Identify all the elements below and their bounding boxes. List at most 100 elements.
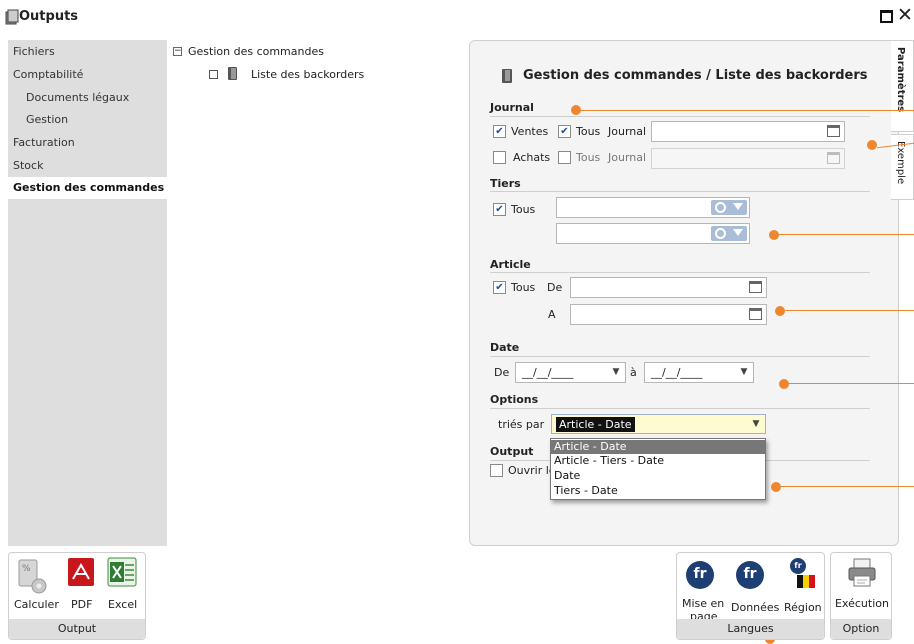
flag-fr-icon[interactable]: fr xyxy=(736,561,764,589)
sidebar-item-fichiers[interactable]: Fichiers xyxy=(13,45,55,58)
sort-option[interactable]: Tiers - Date xyxy=(551,484,765,498)
date-to-input[interactable]: __/__/____ ▼ xyxy=(644,362,754,383)
sort-option[interactable]: Article - Tiers - Date xyxy=(551,454,765,468)
ventes-checkbox[interactable]: ✔ xyxy=(493,125,506,138)
achats-journal-field[interactable] xyxy=(651,148,845,169)
chevron-down-icon[interactable]: ▼ xyxy=(738,365,750,379)
door-icon xyxy=(502,69,512,83)
excel-icon[interactable] xyxy=(107,557,137,587)
door-icon xyxy=(228,67,237,80)
achats-tous-checkbox[interactable] xyxy=(558,151,571,164)
donnees-label[interactable]: Données xyxy=(731,601,779,614)
region-label[interactable]: Région xyxy=(784,601,822,614)
svg-text:%: % xyxy=(22,564,31,574)
achats-label: Achats xyxy=(513,151,551,164)
ventes-tous-label: Tous xyxy=(576,125,601,138)
tab-parametres[interactable]: Paramètres xyxy=(891,40,914,132)
article-tous-checkbox[interactable]: ✔ xyxy=(493,281,506,294)
date-de-label: De xyxy=(494,366,510,379)
ventes-journal-label: Journal xyxy=(608,125,647,138)
tiers-to-field[interactable] xyxy=(556,223,750,244)
page-title: Gestion des commandes / Liste des backor… xyxy=(523,68,868,83)
date-from-input[interactable]: __/__/____ ▼ xyxy=(515,362,626,383)
achats-tous-label: Tous xyxy=(576,151,601,164)
collapse-icon[interactable]: − xyxy=(173,47,182,56)
ribbon-group-option-label: Option xyxy=(831,619,891,639)
search-icon[interactable] xyxy=(711,226,747,241)
sidebar-item-gestion-des-commandes[interactable]: Gestion des commandes xyxy=(8,177,167,199)
sidebar-item-comptabilite[interactable]: Comptabilité xyxy=(13,68,83,81)
annotation-dot xyxy=(779,379,789,389)
tiers-tous-label: Tous xyxy=(511,203,536,216)
tab-exemple-label: Exemple xyxy=(895,141,906,185)
ribbon-group-output-label: Output xyxy=(9,619,145,639)
title-bar: Outputs ✕ xyxy=(0,0,914,34)
parameters-panel: Gestion des commandes / Liste des backor… xyxy=(469,40,899,546)
annotation-dot xyxy=(571,105,581,115)
flag-fr-icon[interactable]: fr xyxy=(686,561,714,589)
article-from-field[interactable] xyxy=(570,277,767,298)
folder-icon[interactable] xyxy=(827,125,840,137)
ribbon-group-option: Exécution Option xyxy=(830,552,892,640)
ventes-label: Ventes xyxy=(511,125,549,138)
calculator-icon[interactable]: % xyxy=(17,558,47,596)
sort-select-value: Article - Date xyxy=(556,417,635,432)
sidebar-item-stock[interactable]: Stock xyxy=(13,159,43,172)
folder-icon[interactable] xyxy=(749,308,762,320)
section-date-title: Date xyxy=(490,341,520,354)
annotation-dot xyxy=(867,140,877,150)
tree-root-label[interactable]: Gestion des commandes xyxy=(188,45,324,58)
printer-icon[interactable] xyxy=(846,558,878,588)
annotation-dot xyxy=(771,482,781,492)
ventes-tous-checkbox[interactable]: ✔ xyxy=(558,125,571,138)
section-journal-title: Journal xyxy=(490,101,534,114)
ouvrir-checkbox[interactable] xyxy=(490,464,503,477)
achats-checkbox[interactable] xyxy=(493,151,506,164)
sort-option[interactable]: Article - Date xyxy=(551,440,765,454)
pdf-label[interactable]: PDF xyxy=(71,598,92,611)
tree-item-checkbox[interactable] xyxy=(209,70,218,79)
flag-fr-icon[interactable]: fr xyxy=(790,558,806,574)
folder-icon[interactable] xyxy=(827,152,840,164)
mise-en-page-label-line1[interactable]: Mise en xyxy=(682,597,724,610)
annotation-line xyxy=(581,110,914,111)
tiers-from-field[interactable] xyxy=(556,197,750,218)
sidebar-item-facturation[interactable]: Facturation xyxy=(13,136,75,149)
ribbon-group-langues-label: Langues xyxy=(677,619,824,639)
execution-label[interactable]: Exécution xyxy=(835,597,889,610)
section-output-title: Output xyxy=(490,445,534,458)
divider xyxy=(490,116,870,117)
sidebar-item-documents-legaux[interactable]: Documents légaux xyxy=(26,91,129,104)
chevron-down-icon[interactable]: ▼ xyxy=(750,417,762,431)
pdf-icon[interactable] xyxy=(67,557,95,587)
excel-label[interactable]: Excel xyxy=(108,598,137,611)
ventes-journal-field[interactable] xyxy=(651,121,845,142)
sidebar-item-gestion[interactable]: Gestion xyxy=(26,113,68,126)
folder-icon[interactable] xyxy=(749,281,762,293)
article-to-field[interactable] xyxy=(570,304,767,325)
tiers-tous-checkbox[interactable]: ✔ xyxy=(493,203,506,216)
date-from-value: __/__/____ xyxy=(522,366,574,379)
achats-journal-label: Journal xyxy=(608,151,647,164)
tree-item-backorders[interactable]: Liste des backorders xyxy=(251,68,364,81)
divider xyxy=(490,408,870,409)
maximize-icon[interactable] xyxy=(880,10,893,23)
chevron-down-icon[interactable]: ▼ xyxy=(610,365,622,379)
ribbon-group-langues: fr Mise en page fr Données fr Région Lan… xyxy=(676,552,825,640)
sort-option[interactable]: Date xyxy=(551,469,765,483)
divider xyxy=(490,272,870,273)
annotation-line xyxy=(789,383,914,384)
section-options-title: Options xyxy=(490,393,539,406)
window-title: Outputs xyxy=(19,9,79,24)
article-tous-label: Tous xyxy=(511,281,536,294)
sort-select[interactable]: Article - Date ▼ xyxy=(551,414,766,434)
section-article-title: Article xyxy=(490,258,531,271)
ouvrir-label: Ouvrir le xyxy=(508,464,556,477)
date-to-value: __/__/____ xyxy=(651,366,703,379)
calculer-label[interactable]: Calculer xyxy=(14,598,59,611)
flag-belgium-icon[interactable] xyxy=(797,575,815,588)
close-icon[interactable]: ✕ xyxy=(897,5,913,25)
search-icon[interactable] xyxy=(711,200,747,215)
annotation-line xyxy=(779,234,914,235)
annotation-dot xyxy=(775,306,785,316)
